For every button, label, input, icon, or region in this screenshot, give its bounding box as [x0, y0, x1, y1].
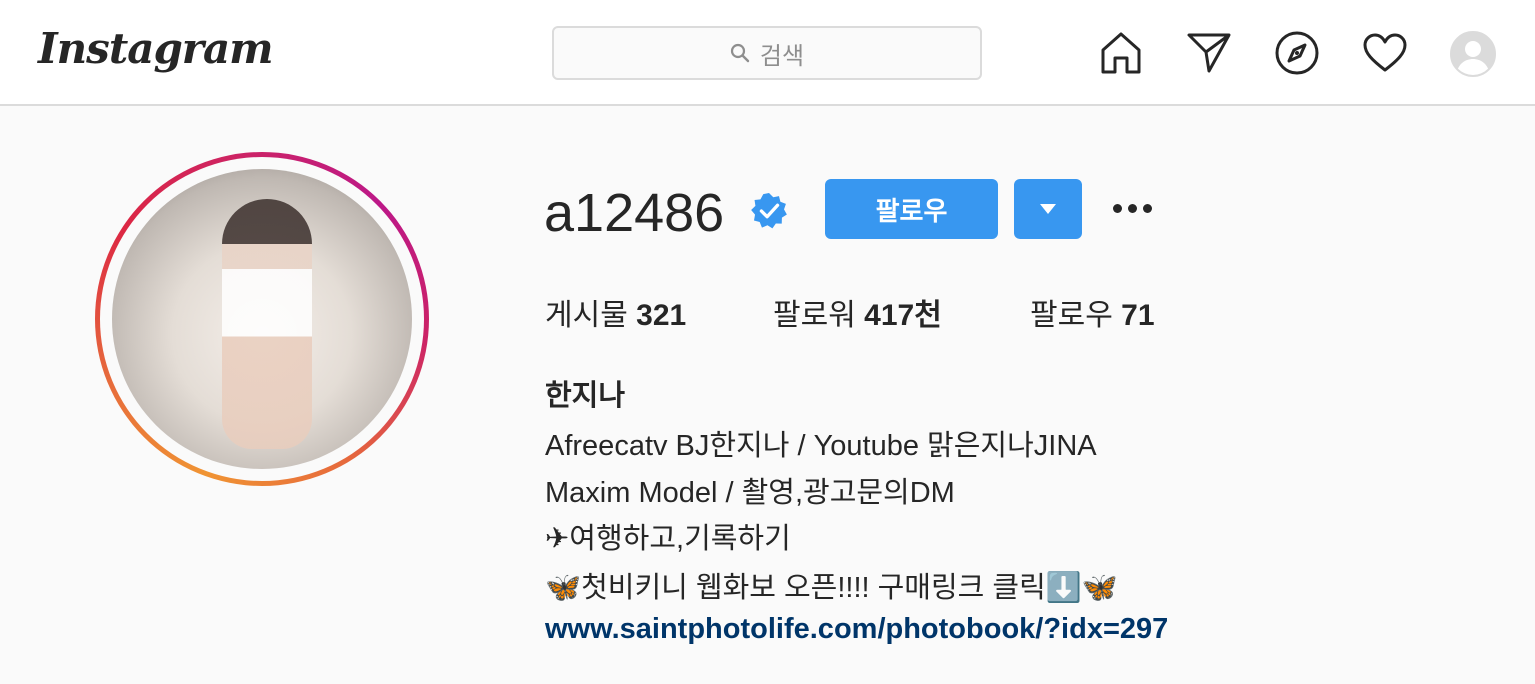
- profile-full-name: 한지나: [545, 380, 626, 412]
- explore-icon[interactable]: [1274, 30, 1320, 76]
- search-placeholder: 검색: [759, 42, 805, 70]
- following-count[interactable]: 팔로우 71: [1030, 290, 1155, 334]
- suggestions-dropdown-button[interactable]: [1014, 179, 1082, 239]
- posts-value: 321: [636, 299, 687, 332]
- search-icon: [730, 43, 750, 63]
- posts-count: 게시물 321: [545, 290, 686, 334]
- profile-figure: [222, 199, 312, 449]
- chevron-down-icon: [1040, 204, 1056, 214]
- bio-line: 🦋첫비키니 웹화보 오픈!!!! 구매링크 클릭⬇️🦋: [545, 572, 1118, 604]
- profile-icon[interactable]: [1450, 31, 1496, 77]
- bio-line: ✈여행하고,기록하기: [545, 523, 791, 555]
- bio-line: Maxim Model / 촬영,광고문의DM: [545, 477, 955, 509]
- follow-button[interactable]: 팔로우: [825, 179, 998, 239]
- profile-username: a12486: [544, 183, 725, 243]
- following-label: 팔로우: [1030, 299, 1113, 332]
- top-navigation-bar: Instagram 검색: [0, 0, 1535, 106]
- direct-icon[interactable]: [1186, 30, 1232, 76]
- more-options-icon[interactable]: [1108, 193, 1156, 223]
- search-input[interactable]: 검색: [552, 26, 982, 80]
- activity-icon[interactable]: [1362, 30, 1408, 76]
- posts-label: 게시물: [545, 299, 628, 332]
- followers-label: 팔로워: [773, 299, 856, 332]
- bio-line: Afreecatv BJ한지나 / Youtube 맑은지나JINA: [545, 430, 1097, 462]
- verified-badge-icon: [751, 192, 787, 229]
- profile-picture-ring[interactable]: [95, 152, 429, 486]
- instagram-logo[interactable]: Instagram: [38, 24, 274, 73]
- home-icon[interactable]: [1098, 30, 1144, 76]
- profile-picture: [112, 169, 412, 469]
- following-value: 71: [1121, 299, 1155, 332]
- bio-link[interactable]: www.saintphotolife.com/photobook/?idx=29…: [545, 613, 1168, 646]
- followers-value: 417천: [864, 299, 942, 332]
- followers-count[interactable]: 팔로워 417천: [773, 290, 942, 334]
